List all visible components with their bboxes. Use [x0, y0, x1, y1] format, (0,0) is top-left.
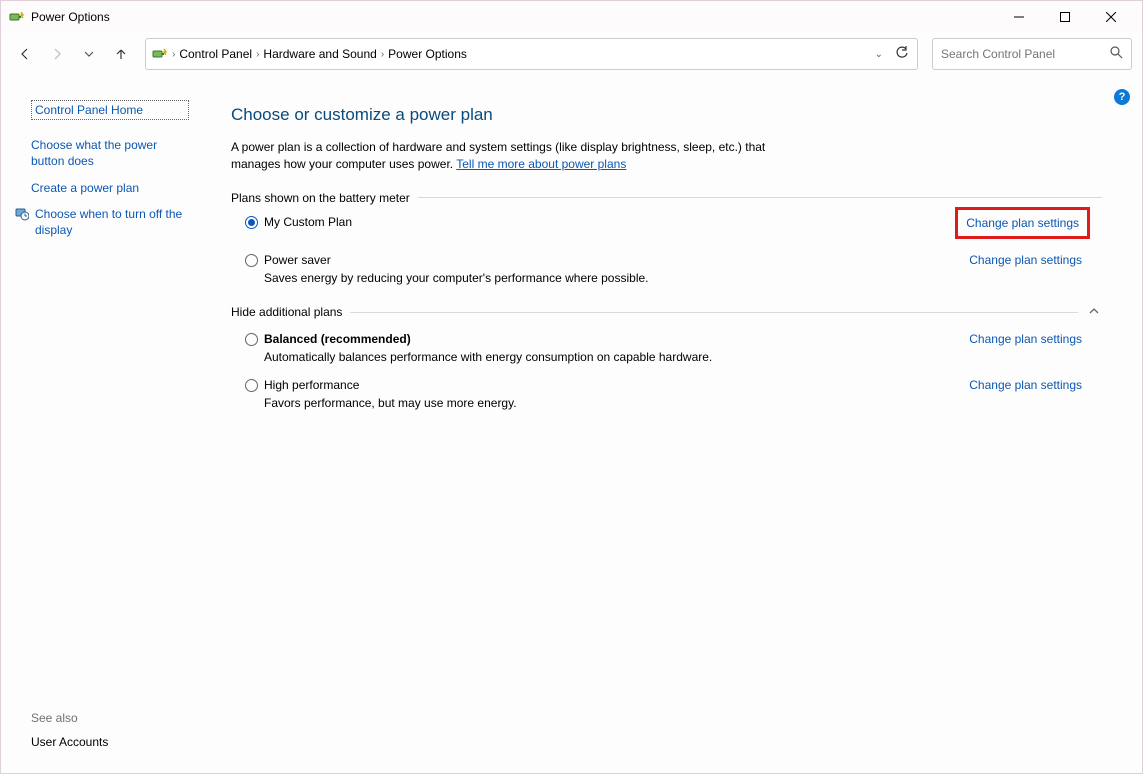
see-also-label: See also	[31, 711, 193, 725]
power-options-icon	[9, 9, 25, 25]
divider-line	[418, 197, 1102, 198]
minimize-button[interactable]	[996, 1, 1042, 33]
collapse-chevron-icon[interactable]	[1086, 303, 1102, 322]
up-button[interactable]	[107, 40, 135, 68]
plan-name[interactable]: My Custom Plan	[264, 215, 955, 229]
page-title: Choose or customize a power plan	[231, 105, 1102, 125]
display-clock-icon	[15, 207, 29, 225]
radio-power-saver[interactable]	[245, 254, 258, 267]
plan-name[interactable]: Power saver	[264, 253, 969, 267]
breadcrumb-root[interactable]: Control Panel	[179, 47, 252, 61]
radio-high-performance[interactable]	[245, 379, 258, 392]
titlebar: Power Options	[1, 1, 1142, 33]
plan-high-performance: High performance Favors performance, but…	[245, 378, 1102, 410]
chevron-right-icon[interactable]: ›	[256, 49, 259, 60]
divider-line	[350, 312, 1078, 313]
back-button[interactable]	[11, 40, 39, 68]
refresh-button[interactable]	[895, 46, 909, 63]
hide-additional-section: Hide additional plans Balanced (recommen…	[231, 303, 1102, 410]
change-plan-settings-my-custom[interactable]: Change plan settings	[955, 207, 1090, 239]
window-title: Power Options	[31, 10, 110, 24]
sidebar: Control Panel Home Choose what the power…	[1, 75, 211, 773]
plan-my-custom: My Custom Plan Change plan settings	[245, 215, 1102, 239]
plan-desc: Favors performance, but may use more ene…	[264, 396, 969, 410]
breadcrumb-power[interactable]: Power Options	[388, 47, 467, 61]
change-plan-settings-balanced[interactable]: Change plan settings	[969, 332, 1082, 346]
plan-name[interactable]: Balanced (recommended)	[264, 332, 969, 346]
search-box[interactable]	[932, 38, 1132, 70]
plan-power-saver: Power saver Saves energy by reducing you…	[245, 253, 1102, 285]
plan-desc: Automatically balances performance with …	[264, 350, 969, 364]
sidebar-create-plan-link[interactable]: Create a power plan	[31, 180, 189, 196]
sidebar-home-link[interactable]: Control Panel Home	[31, 100, 189, 120]
forward-button[interactable]	[43, 40, 71, 68]
address-bar[interactable]: › Control Panel › Hardware and Sound › P…	[145, 38, 918, 70]
change-plan-settings-power-saver[interactable]: Change plan settings	[969, 253, 1082, 267]
tell-me-more-link[interactable]: Tell me more about power plans	[456, 157, 626, 171]
toolbar: › Control Panel › Hardware and Sound › P…	[1, 33, 1142, 75]
plan-name[interactable]: High performance	[264, 378, 969, 392]
main-panel: Choose or customize a power plan A power…	[211, 75, 1142, 773]
page-intro: A power plan is a collection of hardware…	[231, 139, 811, 173]
chevron-right-icon[interactable]: ›	[381, 49, 384, 60]
user-accounts-link[interactable]: User Accounts	[31, 735, 193, 749]
section-label: Hide additional plans	[231, 305, 342, 319]
plan-desc: Saves energy by reducing your computer's…	[264, 271, 969, 285]
breadcrumb-hardware[interactable]: Hardware and Sound	[263, 47, 376, 61]
recent-dropdown[interactable]	[75, 40, 103, 68]
content-area: ? Control Panel Home Choose what the pow…	[1, 75, 1142, 773]
section-label: Plans shown on the battery meter	[231, 191, 410, 205]
chevron-right-icon[interactable]: ›	[172, 49, 175, 60]
sidebar-power-button-link[interactable]: Choose what the power button does	[31, 137, 189, 169]
search-icon[interactable]	[1110, 46, 1123, 62]
plans-shown-section: Plans shown on the battery meter My Cust…	[231, 191, 1102, 285]
radio-my-custom[interactable]	[245, 216, 258, 229]
change-plan-settings-high-performance[interactable]: Change plan settings	[969, 378, 1082, 392]
plan-balanced: Balanced (recommended) Automatically bal…	[245, 332, 1102, 364]
section-header: Plans shown on the battery meter	[231, 191, 1102, 205]
close-button[interactable]	[1088, 1, 1134, 33]
maximize-button[interactable]	[1042, 1, 1088, 33]
sidebar-item-label: Choose when to turn off the display	[35, 206, 189, 238]
addr-dropdown[interactable]: ⌄	[875, 49, 883, 60]
sidebar-turnoff-display-link[interactable]: Choose when to turn off the display	[15, 206, 189, 238]
power-options-icon	[152, 46, 168, 62]
section-header: Hide additional plans	[231, 303, 1102, 322]
search-input[interactable]	[941, 47, 1110, 61]
radio-balanced[interactable]	[245, 333, 258, 346]
